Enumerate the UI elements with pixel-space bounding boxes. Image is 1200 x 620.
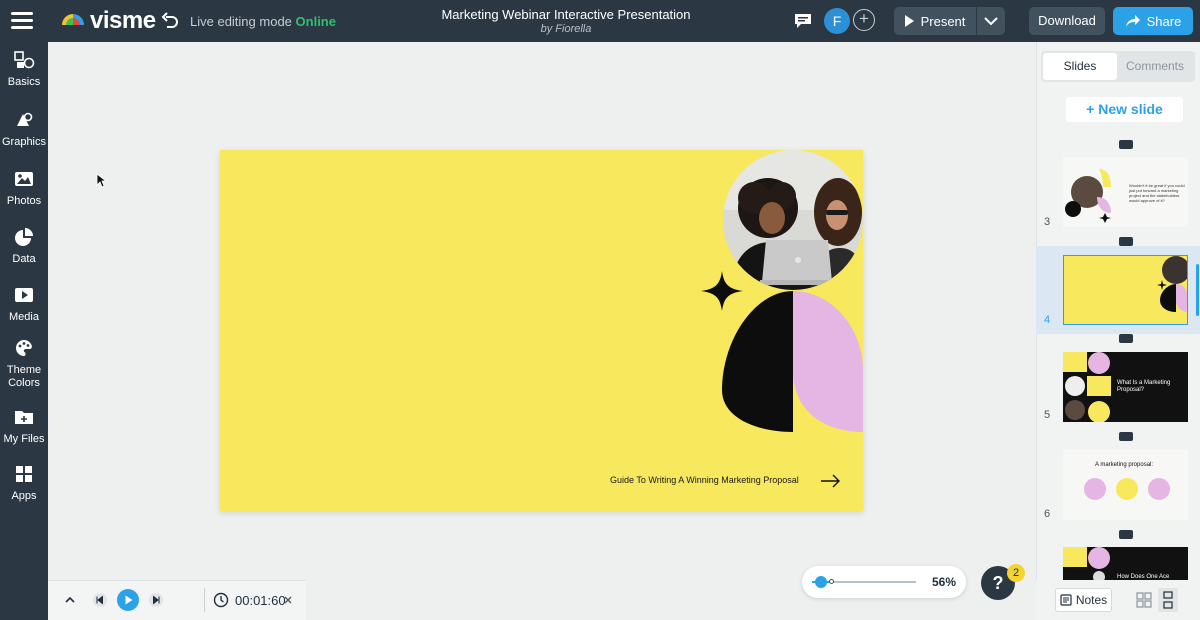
help-notification-badge: 2 bbox=[1007, 564, 1025, 582]
transition-icon[interactable] bbox=[1119, 140, 1133, 149]
thumbnail-artwork bbox=[1084, 478, 1170, 500]
sidebar-item-my-files[interactable]: My Files bbox=[0, 407, 48, 446]
shapes-icon bbox=[14, 51, 35, 69]
pie-chart-icon bbox=[15, 228, 33, 246]
comment-icon[interactable] bbox=[794, 13, 812, 29]
sidebar-item-label: Graphics bbox=[1, 136, 47, 148]
slide-number: 3 bbox=[1044, 216, 1051, 228]
sidebar-item-label: Media bbox=[9, 311, 39, 323]
sidebar-item-basics[interactable]: Basics bbox=[0, 50, 48, 89]
sidebar-item-label-line2: Colors bbox=[8, 377, 40, 389]
sidebar-item-theme-colors[interactable]: Theme Colors bbox=[0, 338, 48, 390]
slide-thumbnail-3[interactable]: Wouldn't it be great if you could just p… bbox=[1063, 157, 1188, 227]
photo-women-laptop[interactable] bbox=[720, 150, 863, 295]
transition-icon[interactable] bbox=[1119, 237, 1133, 246]
palette-icon bbox=[16, 339, 32, 356]
sidebar-item-label: Photos bbox=[6, 195, 42, 207]
slide-artwork bbox=[701, 150, 863, 488]
play-icon bbox=[904, 15, 914, 27]
close-icon[interactable] bbox=[283, 595, 293, 605]
grid-view-icon[interactable] bbox=[1134, 588, 1154, 612]
logo-text: visme bbox=[90, 7, 156, 34]
notes-label: Notes bbox=[1075, 593, 1108, 607]
slide-duration[interactable]: 00:01:60 bbox=[235, 593, 286, 608]
pink-leaf-shape bbox=[793, 291, 863, 432]
slide-number: 4 bbox=[1044, 314, 1051, 326]
zoom-slider-handle[interactable] bbox=[815, 576, 827, 588]
mouse-cursor-icon bbox=[96, 173, 106, 188]
slide-number: 5 bbox=[1044, 409, 1051, 421]
previous-icon[interactable] bbox=[92, 592, 108, 608]
media-icon bbox=[15, 288, 33, 302]
present-label: Present bbox=[920, 13, 966, 29]
tab-comments[interactable]: Comments bbox=[1117, 53, 1193, 80]
transition-icon[interactable] bbox=[1119, 432, 1133, 441]
graphics-icon bbox=[17, 112, 33, 126]
present-options-button[interactable] bbox=[977, 7, 1005, 35]
transition-icon[interactable] bbox=[1119, 334, 1133, 343]
folder-icon bbox=[15, 411, 33, 424]
download-button[interactable]: Download bbox=[1029, 7, 1105, 35]
sidebar-item-data[interactable]: Data bbox=[0, 227, 48, 266]
chevron-down-icon bbox=[984, 17, 998, 26]
sidebar-item-label: Data bbox=[12, 253, 36, 265]
black-leaf-shape bbox=[722, 291, 793, 432]
thumbnail-text: What Is a Marketing Proposal? bbox=[1117, 380, 1171, 393]
slide-thumbnail-5[interactable]: What Is a Marketing Proposal? bbox=[1063, 352, 1188, 422]
arrow-right-icon bbox=[821, 474, 840, 488]
selected-indicator bbox=[1196, 264, 1199, 316]
new-slide-button[interactable]: + New slide bbox=[1066, 97, 1183, 122]
live-editing-status: Live editing mode Online bbox=[190, 14, 336, 29]
share-icon bbox=[1125, 15, 1140, 27]
slide-thumbnail-6[interactable]: A marketing proposal: bbox=[1063, 450, 1188, 520]
chevron-up-icon[interactable] bbox=[63, 594, 77, 606]
slide-number: 6 bbox=[1044, 508, 1051, 520]
photo-icon bbox=[15, 172, 33, 186]
visme-logo[interactable]: visme bbox=[60, 7, 156, 35]
thumbnail-text: Wouldn't it be great if you could just p… bbox=[1129, 183, 1185, 203]
menu-icon[interactable] bbox=[11, 12, 33, 30]
notes-button[interactable]: Notes bbox=[1055, 588, 1112, 612]
sidebar-item-label: My Files bbox=[3, 433, 45, 445]
sidebar-item-label: Basics bbox=[7, 76, 41, 88]
slide-thumbnail-7[interactable]: How Does One Ace bbox=[1063, 547, 1188, 580]
next-icon[interactable] bbox=[148, 592, 164, 608]
player-divider bbox=[204, 588, 205, 612]
zoom-marker bbox=[829, 579, 834, 584]
transition-icon[interactable] bbox=[1119, 530, 1133, 539]
share-label: Share bbox=[1146, 13, 1182, 29]
slide-canvas[interactable]: Guide To Writing A Winning Marketing Pro… bbox=[220, 150, 863, 511]
thumbnail-artwork bbox=[1157, 256, 1187, 312]
sidebar-item-media[interactable]: Media bbox=[0, 285, 48, 324]
tab-slides[interactable]: Slides bbox=[1043, 53, 1117, 80]
notes-icon bbox=[1060, 594, 1072, 606]
list-view-icon[interactable] bbox=[1158, 588, 1178, 612]
online-status: Online bbox=[295, 14, 336, 29]
sidebar-item-label: Apps bbox=[11, 490, 37, 502]
user-avatar[interactable]: F bbox=[824, 8, 850, 34]
zoom-percentage[interactable]: 56% bbox=[932, 575, 956, 589]
logo-mark-icon bbox=[62, 14, 84, 25]
slide-footer-text[interactable]: Guide To Writing A Winning Marketing Pro… bbox=[610, 475, 799, 485]
thumbnail-text: A marketing proposal: bbox=[1095, 462, 1154, 468]
document-author: by Fiorella bbox=[540, 23, 592, 35]
sidebar-item-apps[interactable]: Apps bbox=[0, 464, 48, 503]
document-title[interactable]: Marketing Webinar Interactive Presentati… bbox=[380, 7, 752, 22]
clock-icon bbox=[213, 592, 229, 608]
mode-label: Live editing mode bbox=[190, 14, 292, 29]
sparkle-shape bbox=[701, 271, 743, 311]
apps-grid-icon bbox=[16, 466, 32, 482]
slide-thumbnail-4[interactable] bbox=[1063, 255, 1188, 325]
present-button[interactable]: Present bbox=[894, 7, 976, 35]
sidebar-item-label-line1: Theme bbox=[6, 364, 42, 376]
share-button[interactable]: Share bbox=[1113, 7, 1193, 35]
add-collaborator-icon[interactable]: + bbox=[853, 9, 875, 31]
sidebar-item-photos[interactable]: Photos bbox=[0, 169, 48, 208]
undo-icon[interactable] bbox=[161, 12, 179, 30]
sidebar-item-graphics[interactable]: Graphics bbox=[0, 110, 48, 149]
play-button-icon[interactable] bbox=[116, 588, 140, 612]
